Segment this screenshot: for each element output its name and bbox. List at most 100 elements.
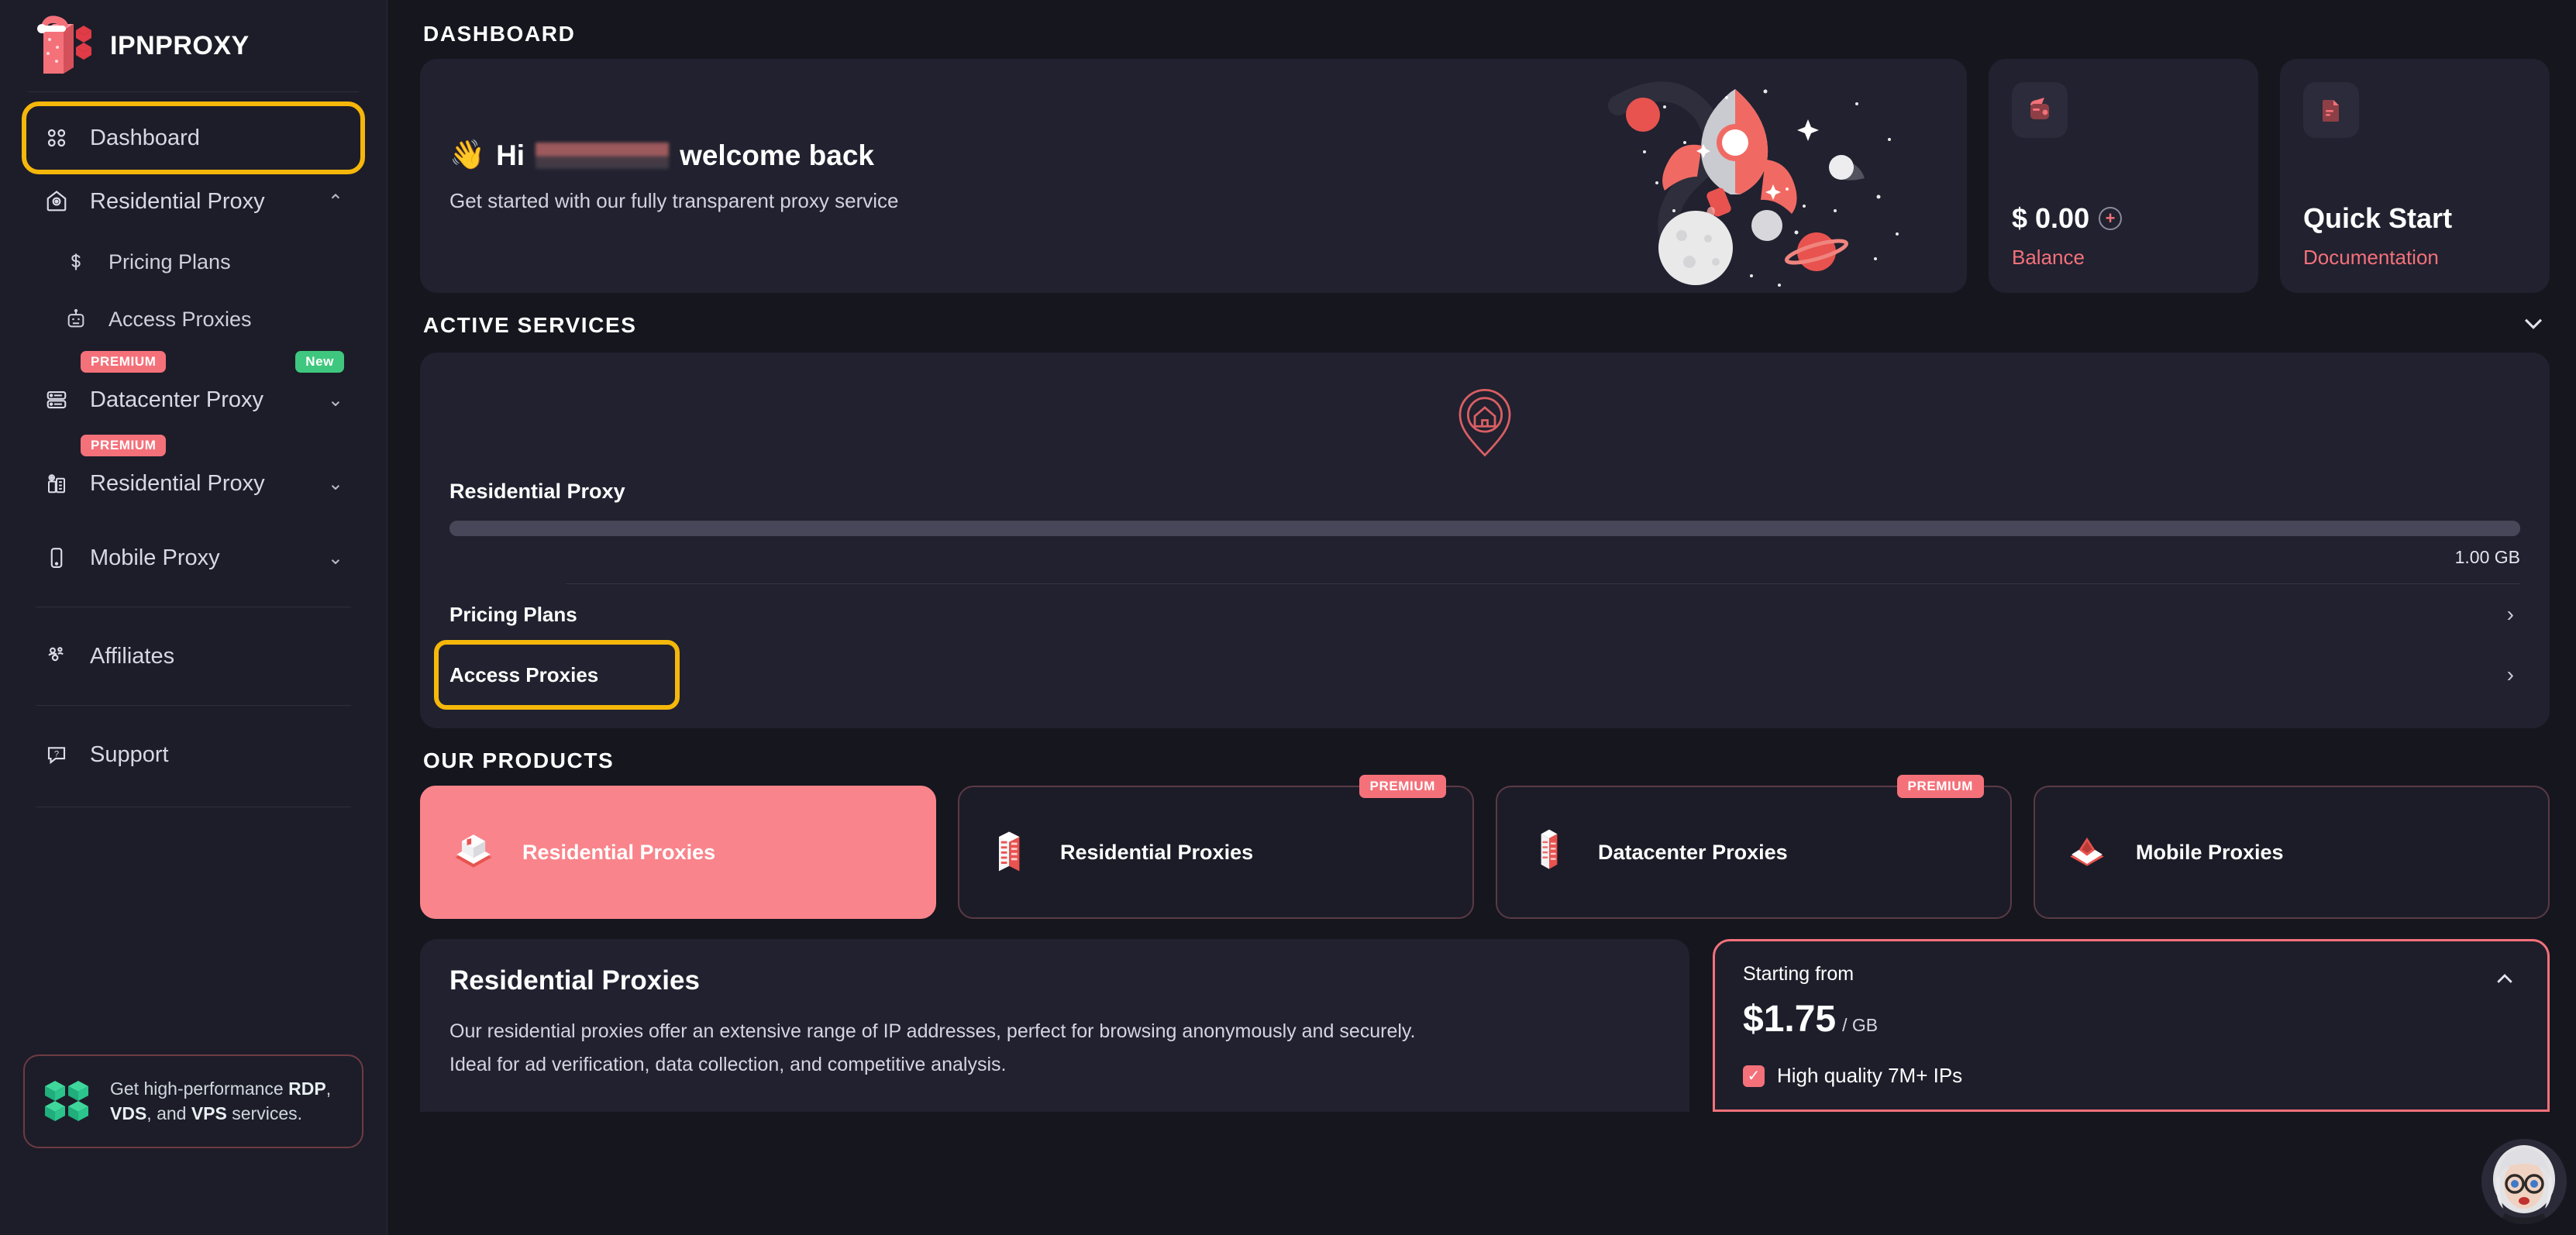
chevron-down-icon[interactable]: ⌄ (328, 473, 343, 495)
sidebar-item-access-proxies[interactable]: Access Proxies (26, 291, 360, 348)
rocket-space-illustration (1572, 59, 1913, 293)
sidebar-item-residential-proxy[interactable]: Residential Proxy ⌃ (26, 170, 360, 233)
sidebar-item-label: Residential Proxy (90, 188, 265, 214)
price-value: $1.75 (1743, 999, 1837, 1040)
chevron-down-icon[interactable]: ⌄ (328, 389, 343, 411)
welcome-subtitle: Get started with our fully transparent p… (449, 189, 899, 212)
sidebar-item-label: Mobile Proxy (90, 545, 220, 570)
usage-progress-bar (449, 521, 2520, 536)
service-row-access-proxies-wrap[interactable]: Access Proxies › (434, 640, 2520, 710)
usage-value: 1.00 GB (2454, 547, 2520, 567)
robot-icon (64, 307, 88, 332)
sidebar-item-label: Access Proxies (108, 307, 252, 331)
building-pin-icon (43, 470, 70, 497)
active-services-title: ACTIVE SERVICES (423, 312, 637, 337)
waving-hand-emoji: 👋 (449, 139, 486, 170)
brand[interactable]: IPNPROXY (26, 0, 360, 91)
documentation-link[interactable]: Documentation (2303, 246, 2526, 270)
chevron-up-icon[interactable] (2493, 968, 2516, 996)
usage-progress-fill (449, 521, 2520, 536)
sidebar-item-label: Dashboard (90, 125, 200, 150)
product-detail-title: Residential Proxies (449, 965, 700, 996)
product-card-datacenter-proxies[interactable]: PREMIUM Datacenter Proxies (1496, 775, 2012, 919)
sidebar-item-label: Residential Proxy (90, 470, 265, 496)
sidebar-item-support[interactable]: ? Support (26, 723, 360, 786)
product-card-label: Mobile Proxies (2136, 840, 2284, 864)
promo-text: Get high-performance RDP, VDS, and VPS s… (110, 1076, 345, 1127)
sidebar-item-residential-proxy-premium[interactable]: PREMIUM Residential Proxy ⌄ (26, 435, 360, 515)
promo-rdp: RDP (288, 1078, 326, 1099)
promo-line-1: Get high-performance (110, 1078, 284, 1099)
product-detail-desc-line-1: Our residential proxies offer an extensi… (449, 1020, 1416, 1042)
service-row-pricing-plans-wrap[interactable]: Pricing Plans › (449, 584, 2520, 645)
premium-badge: PREMIUM (1359, 775, 1446, 798)
sidebar-item-label: Affiliates (90, 643, 175, 669)
mobile-phone-icon (43, 545, 70, 571)
product-detail-desc-line-2: Ideal for ad verification, data collecti… (449, 1054, 1007, 1075)
product-detail-description: Our residential proxies offer an extensi… (449, 1015, 1660, 1082)
chevron-down-icon[interactable]: ⌄ (328, 547, 343, 569)
sidebar-item-affiliates[interactable]: Affiliates (26, 624, 360, 688)
house-isometric-icon (448, 825, 499, 880)
greeting-prefix: Hi (496, 139, 525, 171)
active-services-header: ACTIVE SERVICES (423, 310, 2547, 340)
people-group-icon (43, 643, 70, 669)
grid-dashboard-icon (43, 125, 70, 151)
wallet-icon (2012, 82, 2068, 138)
sidebar-item-datacenter-proxy[interactable]: PREMIUM New Datacenter Proxy ⌄ (26, 351, 360, 432)
sidebar-item-label: Support (90, 741, 169, 767)
home-pin-icon (43, 188, 70, 215)
chevron-right-icon[interactable]: › (2507, 602, 2520, 627)
sidebar-item-mobile-proxy[interactable]: Mobile Proxy ⌄ (26, 526, 360, 590)
main-content: DASHBOARD 👋 Hi welcome back Get started … (387, 0, 2576, 1235)
app-root: IPNPROXY Dashboard Residential Proxy ⌃ P… (0, 0, 2576, 1235)
plus-circle-icon[interactable]: + (2099, 207, 2123, 230)
apartment-isometric-icon (986, 825, 1037, 880)
divider-mid-2 (36, 705, 351, 706)
chevron-right-icon[interactable]: › (2507, 662, 2520, 687)
chevron-down-icon[interactable] (2520, 310, 2547, 340)
promo-card-rdp-vds-vps[interactable]: Get high-performance RDP, VDS, and VPS s… (23, 1054, 363, 1148)
price-unit: / GB (1842, 1015, 1879, 1035)
feature-label: High quality 7M+ IPs (1777, 1064, 1963, 1087)
service-row-pricing-plans[interactable]: Pricing Plans (449, 584, 577, 645)
sidebar-item-pricing-plans[interactable]: Pricing Plans (26, 233, 360, 291)
document-icon (2303, 82, 2359, 138)
promo-sep-1: , (325, 1078, 332, 1099)
home-location-pin-icon (449, 380, 2520, 480)
svg-text:?: ? (54, 750, 59, 759)
active-services-card: Residential Proxy 1.00 GB Pricing Plans … (420, 353, 2550, 728)
sidebar-badges-residential-premium: PREMIUM (81, 435, 344, 456)
balance-card[interactable]: $ 0.00 + Balance (1989, 59, 2258, 293)
premium-badge: PREMIUM (81, 435, 167, 456)
quick-start-title: Quick Start (2303, 202, 2453, 234)
chevron-up-icon[interactable]: ⌃ (328, 191, 343, 213)
question-chat-icon: ? (43, 741, 70, 768)
promo-line-3: services. (232, 1103, 303, 1124)
promo-vps: VPS (191, 1103, 227, 1124)
service-row-access-proxies[interactable]: Access Proxies (434, 640, 680, 710)
quick-start-card[interactable]: Quick Start Documentation (2280, 59, 2550, 293)
balance-value-row: $ 0.00 + (2012, 202, 2235, 235)
product-detail-row: Residential Proxies Our residential prox… (420, 939, 2550, 1112)
dollar-icon (64, 249, 88, 274)
brand-logo-icon (33, 13, 93, 78)
promo-sep-2: , and (146, 1103, 191, 1124)
check-icon: ✓ (1743, 1065, 1765, 1087)
sidebar-item-dashboard[interactable]: Dashboard (22, 101, 365, 174)
support-agent-avatar[interactable] (2481, 1139, 2567, 1224)
hero-row: 👋 Hi welcome back Get started with our f… (420, 59, 2550, 293)
premium-badge: PREMIUM (1896, 775, 1984, 798)
welcome-greeting: 👋 Hi welcome back (449, 139, 898, 172)
server-rack-icon (43, 387, 70, 413)
feature-item: ✓ High quality 7M+ IPs (1743, 1064, 2519, 1088)
greeting-suffix: welcome back (680, 139, 874, 171)
sidebar-nav: Dashboard Residential Proxy ⌃ Pricing Pl… (22, 92, 365, 807)
server-isometric-icon (1524, 825, 1575, 880)
welcome-banner: 👋 Hi welcome back Get started with our f… (420, 59, 1967, 293)
product-card-residential-proxies[interactable]: Residential Proxies (420, 786, 936, 919)
product-card-residential-proxies-premium[interactable]: PREMIUM Residential Proxies (958, 775, 1474, 919)
product-card-mobile-proxies[interactable]: Mobile Proxies (2034, 786, 2550, 919)
brand-name: IPNPROXY (110, 30, 250, 60)
balance-label: Balance (2012, 246, 2085, 269)
